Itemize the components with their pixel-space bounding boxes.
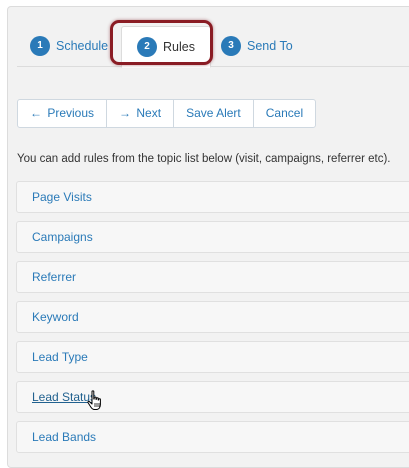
next-button[interactable]: → Next xyxy=(107,100,175,127)
rule-topic-referrer[interactable]: Referrer xyxy=(16,261,409,293)
rule-topic-page-visits[interactable]: Page Visits xyxy=(16,181,409,213)
tab-label: Schedule xyxy=(56,39,109,53)
hand-pointer-icon xyxy=(87,390,101,410)
rule-topic-label: Keyword xyxy=(32,310,79,324)
arrow-right-icon: → xyxy=(119,106,132,120)
tab-label: Rules xyxy=(163,40,195,54)
rule-topic-lead-status[interactable]: Lead Status xyxy=(16,381,409,413)
save-alert-button[interactable]: Save Alert xyxy=(174,100,254,127)
rule-topic-label: Lead Bands xyxy=(32,430,97,444)
rule-topic-label: Page Visits xyxy=(32,190,92,204)
tab-send-to[interactable]: 3 Send To xyxy=(221,26,293,66)
rule-topic-label: Lead Type xyxy=(32,350,88,364)
next-label: Next xyxy=(136,106,162,120)
rule-topic-lead-bands[interactable]: Lead Bands xyxy=(16,421,409,453)
tab-rules[interactable]: 2 Rules xyxy=(121,26,211,68)
rule-topic-campaigns[interactable]: Campaigns xyxy=(16,221,409,253)
previous-button[interactable]: ← Previous xyxy=(18,100,108,127)
rule-topic-lead-type[interactable]: Lead Type xyxy=(16,341,409,373)
action-button-group: ← Previous → Next Save Alert Cancel xyxy=(17,99,317,128)
step-number-badge: 2 xyxy=(137,37,158,57)
step-number-badge: 1 xyxy=(30,36,50,56)
rules-intro-text: You can add rules from the topic list be… xyxy=(17,153,391,165)
rule-topic-label: Campaigns xyxy=(32,230,93,244)
tab-label: Send To xyxy=(247,39,293,53)
rule-topic-keyword[interactable]: Keyword xyxy=(16,301,409,333)
arrow-left-icon: ← xyxy=(30,106,42,120)
step-number-badge: 3 xyxy=(221,36,241,56)
tab-schedule[interactable]: 1 Schedule xyxy=(30,26,108,66)
rule-topic-list: Page Visits Campaigns Referrer Keyword L… xyxy=(16,181,409,461)
cancel-button[interactable]: Cancel xyxy=(254,100,315,127)
rule-topic-label: Referrer xyxy=(32,270,77,284)
wizard-tabs: 1 Schedule 2 Rules 3 Send To xyxy=(17,26,409,68)
previous-label: Previous xyxy=(47,106,95,120)
